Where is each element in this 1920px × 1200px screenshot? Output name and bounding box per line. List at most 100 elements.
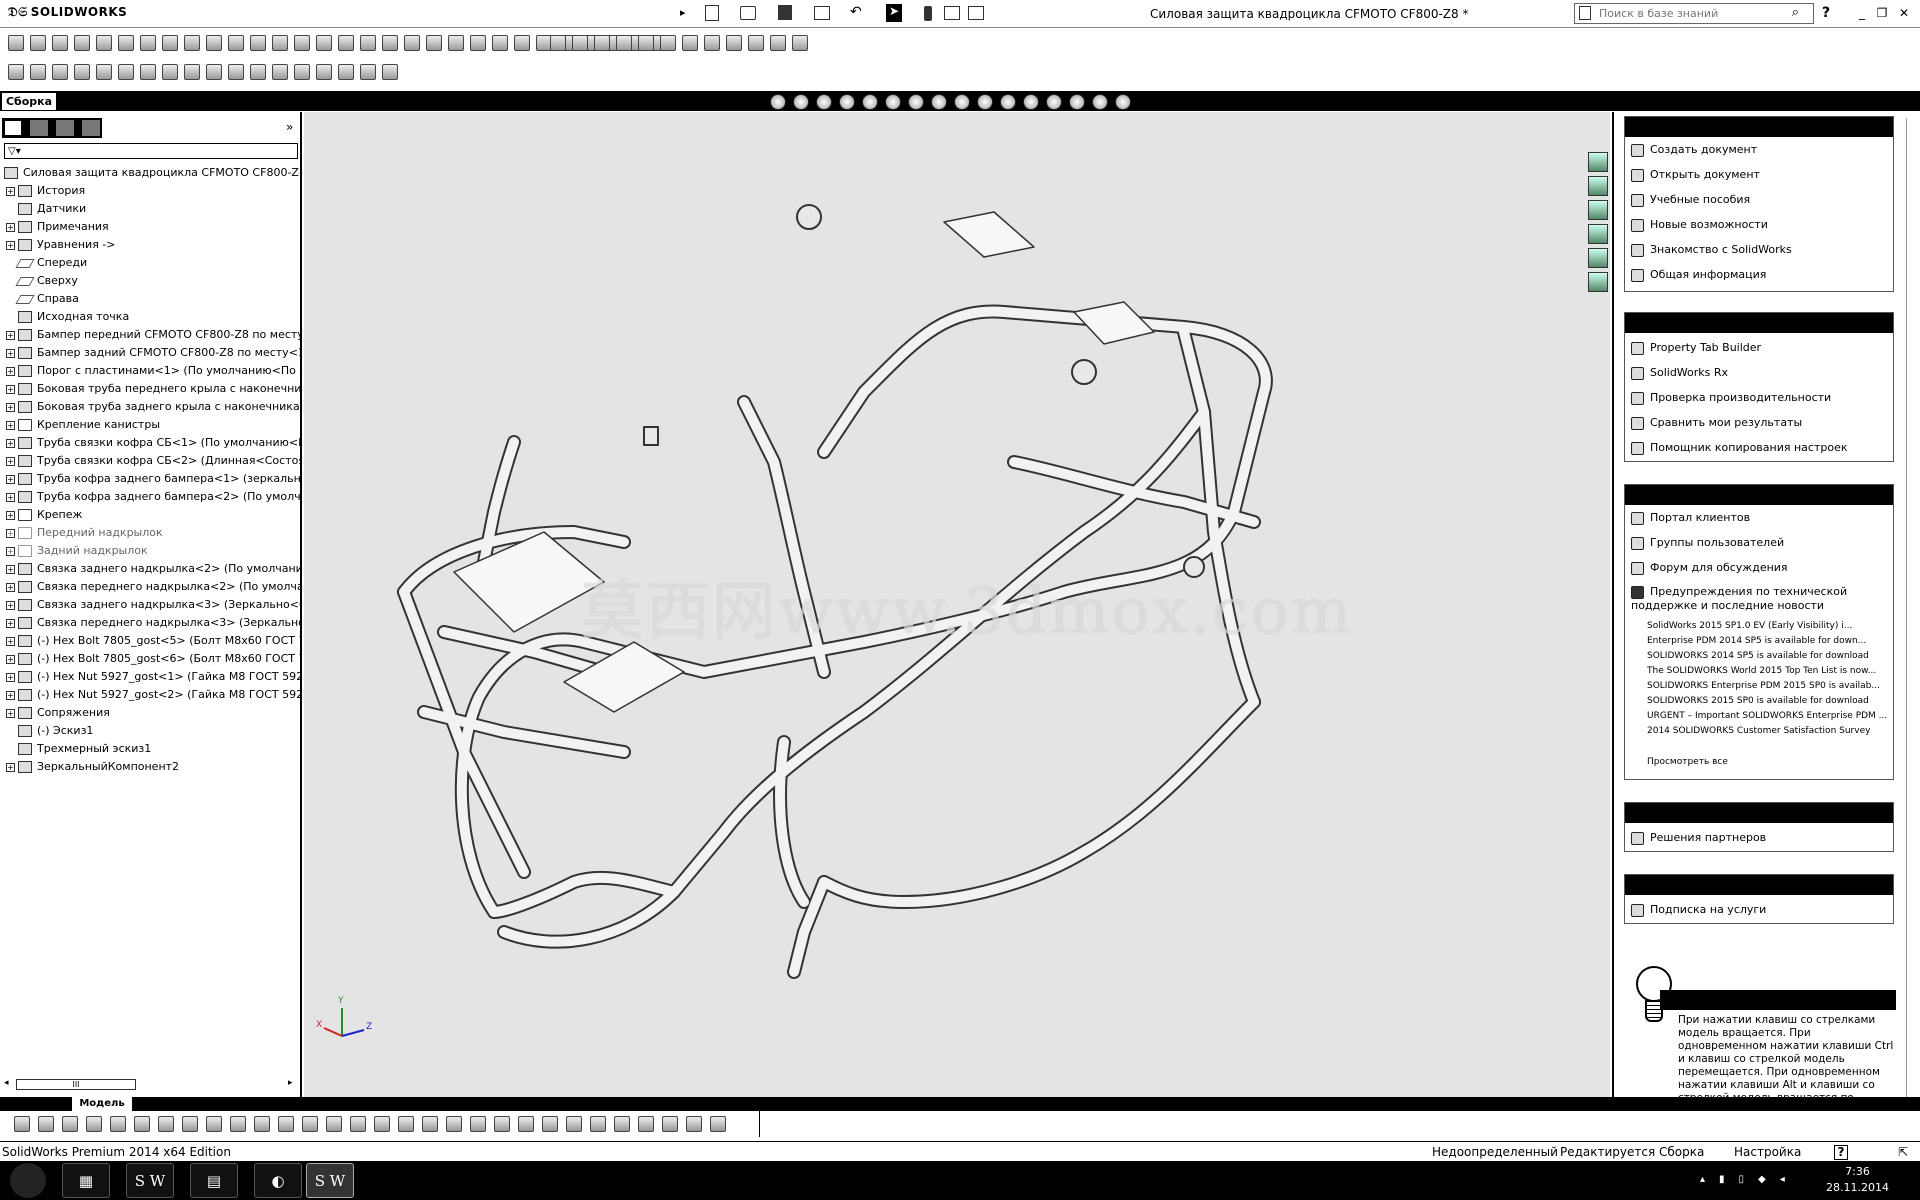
tree-item[interactable]: + (-) Hex Bolt 7805_gost<6> (Болт М8х60 Г… xyxy=(0,650,300,668)
news-item[interactable]: SOLIDWORKS 2015 SP0 is available for dow… xyxy=(1647,696,1887,706)
tree-item[interactable]: + (-) Hex Bolt 7805_gost<5> (Болт М8х60 Г… xyxy=(0,632,300,650)
print-icon[interactable] xyxy=(814,6,830,20)
expand-icon[interactable]: + xyxy=(6,366,15,376)
expand-icon[interactable]: + xyxy=(6,438,15,448)
expand-arrow-icon[interactable]: ▸ xyxy=(680,6,686,19)
assembly-tool-icon[interactable] xyxy=(162,64,178,80)
expand-icon[interactable]: + xyxy=(6,492,15,502)
tree-item[interactable]: + Связка переднего надкрылка<2> (По умолч… xyxy=(0,578,300,596)
selection-tool-icon[interactable] xyxy=(302,1116,318,1132)
dimxpert-tab-icon[interactable] xyxy=(82,120,100,136)
restore-button[interactable]: ❐ xyxy=(1874,6,1890,20)
task-pane-link[interactable]: Группы пользователей xyxy=(1631,536,1784,550)
tree-item[interactable]: + Задний надкрылок xyxy=(0,542,300,560)
view-tool-icon[interactable] xyxy=(792,35,808,51)
selection-tool-icon[interactable] xyxy=(230,1116,246,1132)
view-orientation-icon[interactable] xyxy=(954,94,970,110)
sketch-tool-icon[interactable] xyxy=(30,35,46,51)
selection-tool-icon[interactable] xyxy=(326,1116,342,1132)
assembly-tool-icon[interactable] xyxy=(8,64,24,80)
assembly-tool-icon[interactable] xyxy=(96,64,112,80)
expand-icon[interactable]: + xyxy=(6,546,15,556)
tree-item[interactable]: Сверху xyxy=(0,272,300,290)
save-icon[interactable] xyxy=(778,5,792,20)
assembly-tool-icon[interactable] xyxy=(74,64,90,80)
selection-tool-icon[interactable] xyxy=(134,1116,150,1132)
undo-icon[interactable]: ↶ xyxy=(850,4,862,20)
task-pane-link[interactable]: Проверка производительности xyxy=(1631,391,1831,405)
tree-item[interactable]: Справа xyxy=(0,290,300,308)
appearances-tab-icon[interactable] xyxy=(1588,248,1608,268)
selection-tool-icon[interactable] xyxy=(494,1116,510,1132)
task-pane-link[interactable]: SolidWorks Rx xyxy=(1631,366,1728,380)
sketch-tool-icon[interactable] xyxy=(448,35,464,51)
view-all-link[interactable]: Просмотреть все xyxy=(1647,757,1887,767)
view-orientation-icon[interactable] xyxy=(1069,94,1085,110)
app-icon[interactable]: ◐ xyxy=(254,1163,302,1198)
expand-icon[interactable]: + xyxy=(6,384,15,394)
section-header[interactable] xyxy=(1625,313,1893,333)
selection-tool-icon[interactable] xyxy=(350,1116,366,1132)
sketch-tool-icon[interactable] xyxy=(404,35,420,51)
tree-item[interactable]: + Бампер задний CFMOTO CF800-Z8 по месту<… xyxy=(0,344,300,362)
tree-item[interactable]: Датчики xyxy=(0,200,300,218)
expand-icon[interactable]: + xyxy=(6,510,15,520)
tree-item[interactable]: + Связка переднего надкрылка<3> (Зеркальн… xyxy=(0,614,300,632)
selection-tool-icon[interactable] xyxy=(614,1116,630,1132)
vp-restore-icon[interactable]: ❐ xyxy=(1542,97,1562,110)
expand-icon[interactable]: + xyxy=(6,222,15,232)
assembly-tool-icon[interactable] xyxy=(316,64,332,80)
sketch-tool-icon[interactable] xyxy=(52,35,68,51)
expand-icon[interactable]: + xyxy=(6,708,15,718)
sketch-tool-icon[interactable] xyxy=(118,35,134,51)
assembly-tool-icon[interactable] xyxy=(338,64,354,80)
task-pane-link[interactable]: Учебные пособия xyxy=(1631,193,1750,207)
sketch-tool-icon[interactable] xyxy=(294,35,310,51)
rss-feed-title[interactable]: Предупреждения по технической поддержке … xyxy=(1631,585,1881,612)
tree-item[interactable]: Трехмерный эскиз1 xyxy=(0,740,300,758)
selection-tool-icon[interactable] xyxy=(470,1116,486,1132)
sketch-tool-icon[interactable] xyxy=(338,35,354,51)
tree-item[interactable]: + Труба кофра заднего бампера<1> (зеркаль… xyxy=(0,470,300,488)
expand-panel-icon[interactable]: » xyxy=(286,120,293,134)
view-tool-icon[interactable] xyxy=(704,35,720,51)
tree-item[interactable]: + Крепеж xyxy=(0,506,300,524)
selection-tool-icon[interactable] xyxy=(398,1116,414,1132)
selection-tool-icon[interactable] xyxy=(110,1116,126,1132)
view-tool-icon[interactable] xyxy=(770,35,786,51)
view-orientation-icon[interactable] xyxy=(839,94,855,110)
selection-tool-icon[interactable] xyxy=(182,1116,198,1132)
sketch-tool-icon[interactable] xyxy=(382,35,398,51)
task-pane-link[interactable]: Решения партнеров xyxy=(1631,831,1766,845)
scroll-right-icon[interactable]: ▸ xyxy=(288,1078,293,1088)
tree-item[interactable]: + Труба кофра заднего бампера<2> (По умол… xyxy=(0,488,300,506)
view-orientation-icon[interactable] xyxy=(1115,94,1131,110)
tree-item[interactable]: + (-) Hex Nut 5927_gost<1> (Гайка М8 ГОСТ… xyxy=(0,668,300,686)
expand-icon[interactable]: + xyxy=(6,186,15,196)
open-icon[interactable] xyxy=(740,6,756,20)
tree-filter[interactable]: ▽▾ xyxy=(4,143,298,159)
expand-icon[interactable]: + xyxy=(6,456,15,466)
view-orientation-icon[interactable] xyxy=(885,94,901,110)
task-pane-link[interactable]: Создать документ xyxy=(1631,143,1757,157)
selection-tool-icon[interactable] xyxy=(158,1116,174,1132)
news-item[interactable]: Enterprise PDM 2014 SP5 is available for… xyxy=(1647,636,1887,646)
section-header[interactable] xyxy=(1625,117,1893,137)
tree-item[interactable]: + Связка заднего надкрылка<3> (Зеркально<… xyxy=(0,596,300,614)
feature-tree-tab-icon[interactable] xyxy=(4,120,22,136)
view-orientation-icon[interactable] xyxy=(931,94,947,110)
sketch-tool-icon[interactable] xyxy=(426,35,442,51)
selection-tool-icon[interactable] xyxy=(278,1116,294,1132)
view-orientation-icon[interactable] xyxy=(1092,94,1108,110)
expand-icon[interactable]: + xyxy=(6,402,15,412)
section-header[interactable] xyxy=(1625,485,1893,505)
options-icon[interactable] xyxy=(968,6,984,20)
selection-tool-icon[interactable] xyxy=(86,1116,102,1132)
selection-tool-icon[interactable] xyxy=(662,1116,678,1132)
task-pane-link[interactable]: Подписка на услуги xyxy=(1631,903,1766,917)
expand-icon[interactable]: + xyxy=(6,636,15,646)
split-icon[interactable]: ▯ xyxy=(1510,97,1526,110)
news-item[interactable]: SolidWorks 2015 SP1.0 EV (Early Visibili… xyxy=(1647,621,1887,631)
status-help-icon[interactable]: ? xyxy=(1834,1145,1848,1160)
view-tool-icon[interactable] xyxy=(660,35,676,51)
